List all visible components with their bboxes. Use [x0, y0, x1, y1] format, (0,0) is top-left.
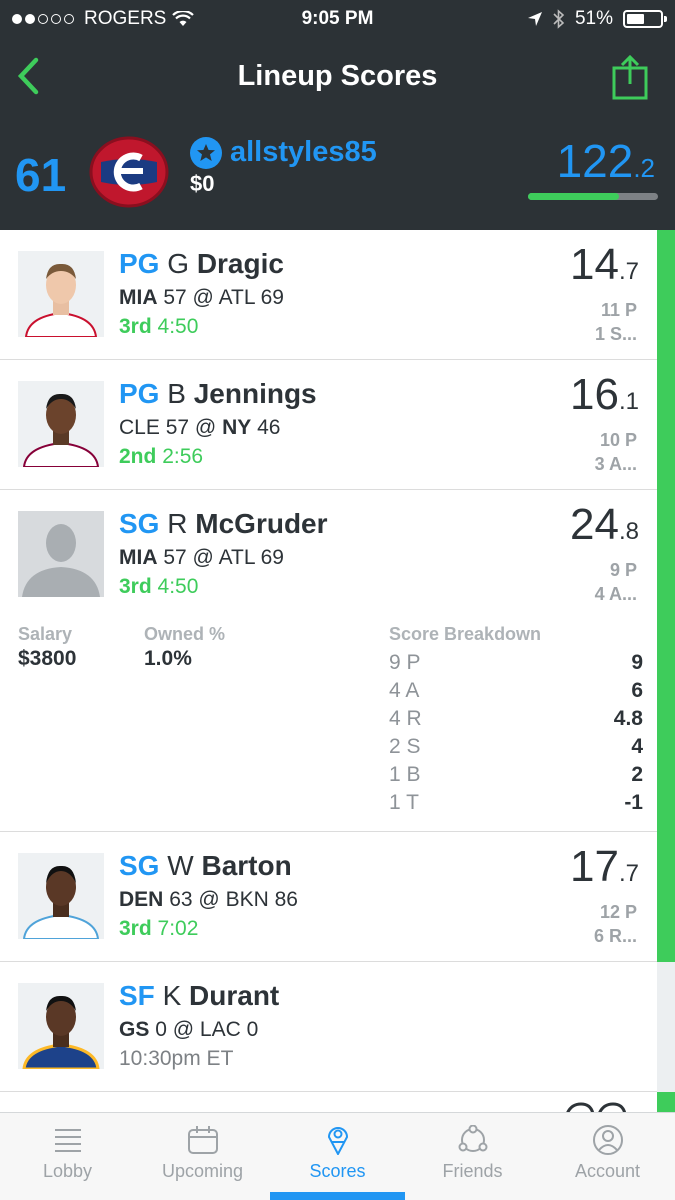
- player-photo: [18, 381, 104, 467]
- lineup-total-score: 122.2: [556, 135, 655, 187]
- status-bar: ROGERS 9:05 PM 51%: [0, 0, 675, 38]
- game-clock: 2nd 2:56: [119, 445, 204, 468]
- player-row[interactable]: PG G Dragic MIA 57 @ ATL 69 3rd 4:50 14.…: [0, 230, 657, 360]
- player-row[interactable]: SF K Durant GS 0 @ LAC 0 10:30pm ET: [0, 962, 657, 1092]
- game-score: GS 0 @ LAC 0: [119, 1018, 259, 1041]
- share-icon[interactable]: [611, 54, 649, 100]
- star-badge-icon: [190, 136, 222, 169]
- salary-block: Salary $3800: [18, 624, 77, 670]
- player-name: SG R McGruder: [119, 508, 328, 539]
- player-name: PG G Dragic: [119, 248, 284, 279]
- player-name: SG W Barton: [119, 850, 292, 881]
- nav-bar: Lineup Scores: [0, 48, 675, 108]
- fantasy-points: 16.1: [570, 370, 639, 419]
- stat-line-1: 11 P: [600, 300, 637, 320]
- bluetooth-icon: [553, 9, 565, 29]
- owned-value: 1.0%: [144, 647, 192, 670]
- live-indicator: [657, 1092, 675, 1112]
- tab-bar: Lobby Upcoming Scores Friends Account: [0, 1112, 675, 1200]
- tab-label: Scores: [309, 1161, 366, 1181]
- player-row[interactable]: [0, 1092, 657, 1112]
- pregame-indicator: [657, 962, 675, 1092]
- player-placeholder-avatar: [18, 511, 104, 597]
- lineup-rank: 61: [15, 149, 67, 201]
- team-logo-avatar: [89, 136, 169, 208]
- breakdown-row: 1 T -1: [389, 791, 643, 814]
- game-score: MIA 57 @ ATL 69: [119, 546, 284, 569]
- location-arrow-icon: [527, 12, 542, 26]
- player-row[interactable]: PG B Jennings CLE 57 @ NY 46 2nd 2:56 16…: [0, 360, 657, 490]
- breakdown-row: 4 R 4.8: [389, 707, 643, 730]
- fantasy-points: 17.7: [570, 842, 639, 891]
- tab-account[interactable]: Account: [540, 1113, 675, 1200]
- tab-label: Lobby: [42, 1161, 93, 1181]
- friends-network-icon: [458, 1125, 487, 1152]
- player-photo: [18, 853, 104, 939]
- fantasy-points-partial: [566, 1102, 627, 1112]
- player-row[interactable]: SG W Barton DEN 63 @ BKN 86 3rd 7:02 17.…: [0, 832, 657, 962]
- player-photo: [18, 251, 104, 337]
- page-title: Lineup Scores: [237, 60, 438, 92]
- stat-line-2: 6 R...: [593, 926, 637, 946]
- player-name: SF K Durant: [119, 980, 280, 1011]
- breakdown-row: 2 S4: [389, 735, 643, 758]
- breakdown-row: 9 P9: [389, 651, 643, 674]
- player-list[interactable]: PG G Dragic MIA 57 @ ATL 69 3rd 4:50 14.…: [0, 230, 675, 1112]
- username[interactable]: allstyles85: [230, 136, 377, 169]
- game-start-time: 10:30pm ET: [119, 1047, 234, 1070]
- lobby-list-icon: [54, 1129, 81, 1152]
- stat-line-2: 3 A...: [594, 454, 637, 474]
- battery-icon: [623, 10, 667, 28]
- game-score: CLE 57 @ NY 46: [119, 416, 281, 439]
- player-row-expanded[interactable]: SG R McGruder MIA 57 @ ATL 69 3rd 4:50 2…: [0, 490, 657, 832]
- owned-block: Owned % 1.0%: [144, 624, 226, 670]
- live-indicator: [657, 230, 675, 360]
- calendar-icon: [187, 1126, 218, 1154]
- account-person-icon: [592, 1125, 623, 1155]
- game-clock: 3rd 7:02: [119, 917, 199, 940]
- stat-line-1: 9 P: [609, 560, 637, 580]
- tab-label: Friends: [442, 1161, 503, 1181]
- breakdown-row: 4 A6: [389, 679, 643, 702]
- fantasy-points: 24.8: [570, 500, 639, 549]
- stat-line-2: 1 S...: [594, 324, 637, 344]
- game-clock: 3rd 4:50: [119, 315, 199, 338]
- tab-lobby[interactable]: Lobby: [0, 1113, 135, 1200]
- lineup-summary: 61 allstyles85 $0 122.2: [0, 128, 675, 228]
- live-indicator: [657, 360, 675, 490]
- player-photo: [18, 983, 104, 1069]
- scores-pin-icon: [327, 1127, 348, 1155]
- salary-value: $3800: [18, 647, 77, 670]
- score-breakdown: Score Breakdown 9 P9 4 A6 4 R 4.8 2 S4 1 …: [389, 624, 643, 819]
- tab-scores[interactable]: Scores: [270, 1113, 405, 1200]
- breakdown-row: 1 B2: [389, 763, 643, 786]
- battery-percent: 51%: [574, 8, 613, 29]
- stat-line-1: 12 P: [599, 902, 637, 922]
- fantasy-points: 14.7: [570, 240, 639, 289]
- tab-friends[interactable]: Friends: [405, 1113, 540, 1200]
- game-score: MIA 57 @ ATL 69: [119, 286, 284, 309]
- top-bar: ROGERS 9:05 PM 51% Lineup Scores 61 alls…: [0, 0, 675, 230]
- stat-line-1: 10 P: [599, 430, 637, 450]
- stat-line-2: 4 A...: [594, 584, 637, 604]
- winnings: $0: [190, 171, 215, 196]
- tab-label: Account: [574, 1161, 641, 1181]
- game-score: DEN 63 @ BKN 86: [119, 888, 298, 911]
- live-indicator: [657, 832, 675, 962]
- player-name: PG B Jennings: [119, 378, 317, 409]
- live-indicator: [657, 490, 675, 832]
- tab-upcoming[interactable]: Upcoming: [135, 1113, 270, 1200]
- game-clock: 3rd 4:50: [119, 575, 199, 598]
- time-remaining-progress-bar: [528, 193, 658, 200]
- tab-label: Upcoming: [161, 1161, 244, 1181]
